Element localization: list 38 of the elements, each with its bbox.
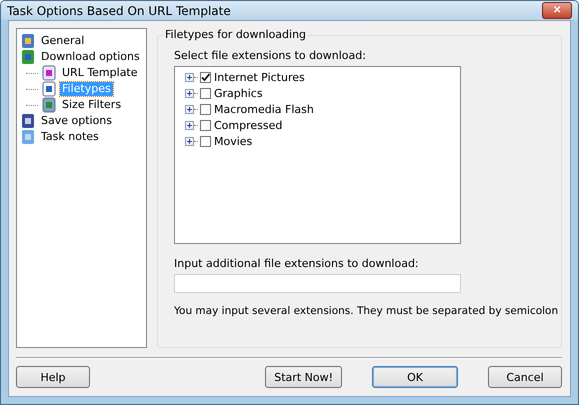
tree-item-icon [41, 65, 57, 81]
tree-item-icon [41, 97, 57, 113]
tree-item[interactable]: Size Filters [60, 98, 124, 112]
dialog-button[interactable]: OK [372, 366, 458, 388]
checkbox[interactable] [200, 136, 211, 146]
filetype-label: Compressed [214, 118, 282, 132]
expand-icon[interactable] [185, 72, 194, 82]
checkbox[interactable] [200, 120, 211, 130]
expand-icon[interactable] [185, 104, 194, 114]
window-title: Task Options Based On URL Template [7, 4, 232, 18]
filetype-label: Movies [214, 134, 252, 148]
extensions-input-field[interactable] [174, 274, 461, 293]
expand-icon[interactable] [185, 136, 194, 146]
expand-icon[interactable] [185, 120, 194, 130]
expand-icon[interactable] [185, 88, 194, 98]
checkbox[interactable] [200, 72, 211, 82]
tree-item[interactable]: Task notes [39, 130, 101, 144]
dialog-button[interactable]: Cancel [488, 366, 562, 388]
group-title: Filetypes for downloading [163, 28, 308, 41]
tree-item-icon [20, 33, 36, 49]
input-label: Input additional file extensions to download: [174, 257, 420, 270]
filetype-label: Graphics [214, 86, 263, 100]
tree-item-icon [20, 49, 36, 65]
tree-item[interactable]: Save options [39, 114, 114, 128]
filetype-label: Macromedia Flash [214, 102, 314, 116]
dialog-button[interactable]: Start Now! [265, 366, 342, 388]
checkbox[interactable] [200, 104, 211, 114]
tree-item-icon [20, 129, 36, 145]
tree-item[interactable]: Download options [39, 50, 142, 64]
tree-item-icon [20, 113, 36, 129]
checkbox[interactable] [200, 88, 211, 98]
tree-item[interactable]: URL Template [60, 66, 140, 80]
list-label: Select file extensions to download: [174, 49, 367, 62]
filetype-label: Internet Pictures [214, 70, 305, 84]
dialog-button[interactable]: Help [16, 366, 90, 388]
tree-item[interactable]: General [39, 34, 86, 48]
tree-item-icon [41, 81, 57, 97]
note-text: You may input several extensions. They must be separated by semicolon [174, 305, 560, 317]
